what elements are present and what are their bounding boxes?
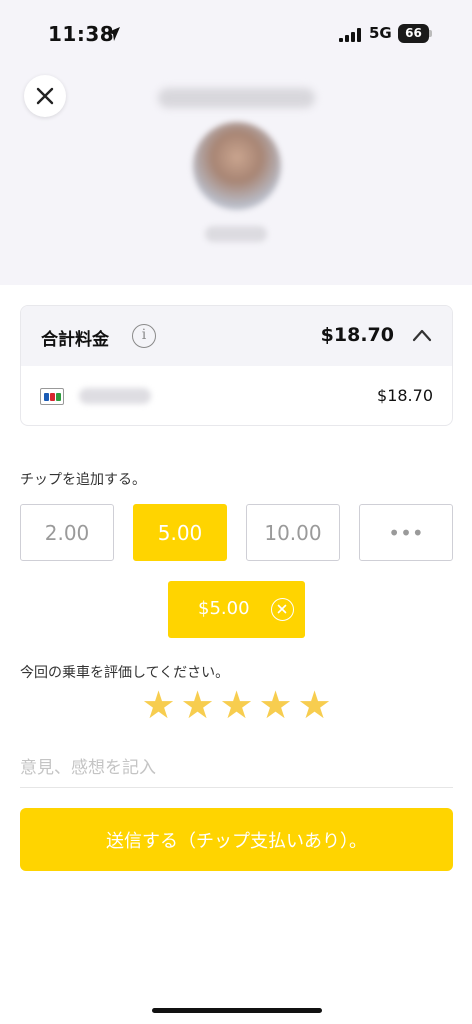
clear-tip-button[interactable] (271, 598, 294, 621)
battery-level: 66 (398, 24, 429, 43)
driver-name-redacted (158, 88, 315, 108)
star-icon[interactable]: ★ (178, 685, 217, 725)
driver-avatar (193, 122, 281, 210)
status-bar: 11:38 5G 66 (0, 0, 472, 62)
payment-amount: $18.70 (377, 386, 433, 405)
star-icon[interactable]: ★ (256, 685, 295, 725)
fare-title: 合計料金 (41, 330, 109, 350)
home-indicator (152, 1008, 322, 1013)
signal-icon (339, 28, 361, 42)
star-icon[interactable]: ★ (295, 685, 334, 725)
close-button[interactable] (24, 75, 66, 117)
zigzag-divider (0, 262, 472, 284)
fare-summary-toggle[interactable]: 合計料金 i $18.70 (21, 306, 452, 366)
selected-tip-chip: $5.00 (168, 581, 305, 638)
tip-label: チップを追加する。 (20, 472, 146, 488)
selected-tip-amount: $5.00 (198, 598, 250, 619)
card-name-redacted (79, 388, 151, 404)
driver-subtitle-redacted (205, 226, 267, 242)
tip-option-2[interactable]: 5.00 (133, 504, 227, 561)
chevron-up-icon (412, 329, 432, 342)
battery-icon: 66 (398, 24, 432, 43)
payment-row: $18.70 (21, 366, 452, 425)
jcb-card-icon (40, 388, 64, 405)
tip-option-more[interactable]: ••• (359, 504, 453, 561)
info-icon[interactable]: i (132, 324, 156, 348)
star-icon[interactable]: ★ (139, 685, 178, 725)
rating-stars: ★ ★ ★ ★ ★ (139, 685, 334, 725)
fare-card: 合計料金 i $18.70 $18.70 (20, 305, 453, 426)
submit-button[interactable]: 送信する（チップ支払いあり）。 (20, 808, 453, 871)
comment-input[interactable] (20, 748, 453, 788)
tip-option-3[interactable]: 10.00 (246, 504, 340, 561)
tip-option-1[interactable]: 2.00 (20, 504, 114, 561)
rating-label: 今回の乗車を評価してください。 (20, 665, 230, 681)
fare-total: $18.70 (320, 324, 394, 346)
network-type: 5G (369, 24, 392, 42)
close-icon (36, 87, 54, 105)
close-icon (277, 604, 287, 614)
star-icon[interactable]: ★ (217, 685, 256, 725)
location-arrow-icon (106, 27, 120, 41)
